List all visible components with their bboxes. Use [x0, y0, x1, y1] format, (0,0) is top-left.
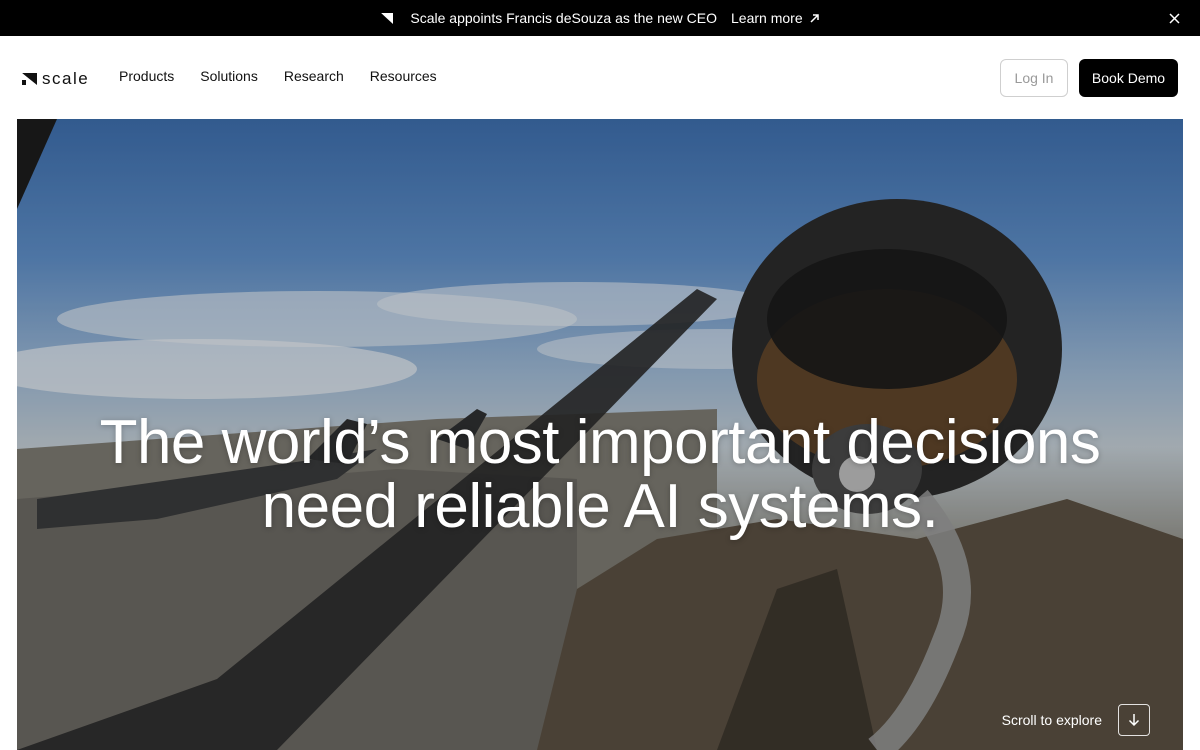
headline-line-2: need reliable AI systems. — [261, 472, 939, 541]
scale-logo-icon — [381, 13, 394, 24]
headline-line-1: The world’s most important decisions — [99, 408, 1101, 477]
nav-links: Products Solutions Research Resources — [119, 68, 437, 84]
close-announcement-button[interactable] — [1166, 10, 1182, 26]
login-button[interactable]: Log In — [1000, 59, 1068, 97]
scale-logo-icon — [22, 73, 37, 85]
learn-more-label: Learn more — [731, 10, 803, 26]
nav-link-solutions[interactable]: Solutions — [200, 68, 258, 84]
announcement-bar: Scale appoints Francis deSouza as the ne… — [0, 0, 1200, 36]
scroll-down-button[interactable] — [1118, 704, 1150, 736]
close-icon — [1168, 12, 1180, 24]
brand-name: scale — [42, 69, 90, 88]
announcement-content: Scale appoints Francis deSouza as the ne… — [380, 10, 819, 26]
arrow-down-icon — [1128, 714, 1140, 727]
brand-logo[interactable]: scale — [22, 69, 89, 89]
hero-headline: The world’s most important decisions nee… — [17, 411, 1183, 539]
learn-more-link[interactable]: Learn more — [731, 10, 820, 26]
scroll-to-explore[interactable]: Scroll to explore — [1002, 704, 1150, 736]
main-navigation: scale Products Solutions Research Resour… — [0, 36, 1200, 118]
book-demo-button[interactable]: Book Demo — [1079, 59, 1178, 97]
announcement-text: Scale appoints Francis deSouza as the ne… — [410, 10, 718, 26]
arrow-up-right-icon — [810, 13, 819, 23]
scroll-label: Scroll to explore — [1001, 712, 1102, 728]
nav-link-research[interactable]: Research — [284, 68, 344, 84]
nav-link-resources[interactable]: Resources — [370, 68, 437, 84]
nav-link-products[interactable]: Products — [119, 68, 174, 84]
hero-section: The world’s most important decisions nee… — [17, 119, 1183, 750]
